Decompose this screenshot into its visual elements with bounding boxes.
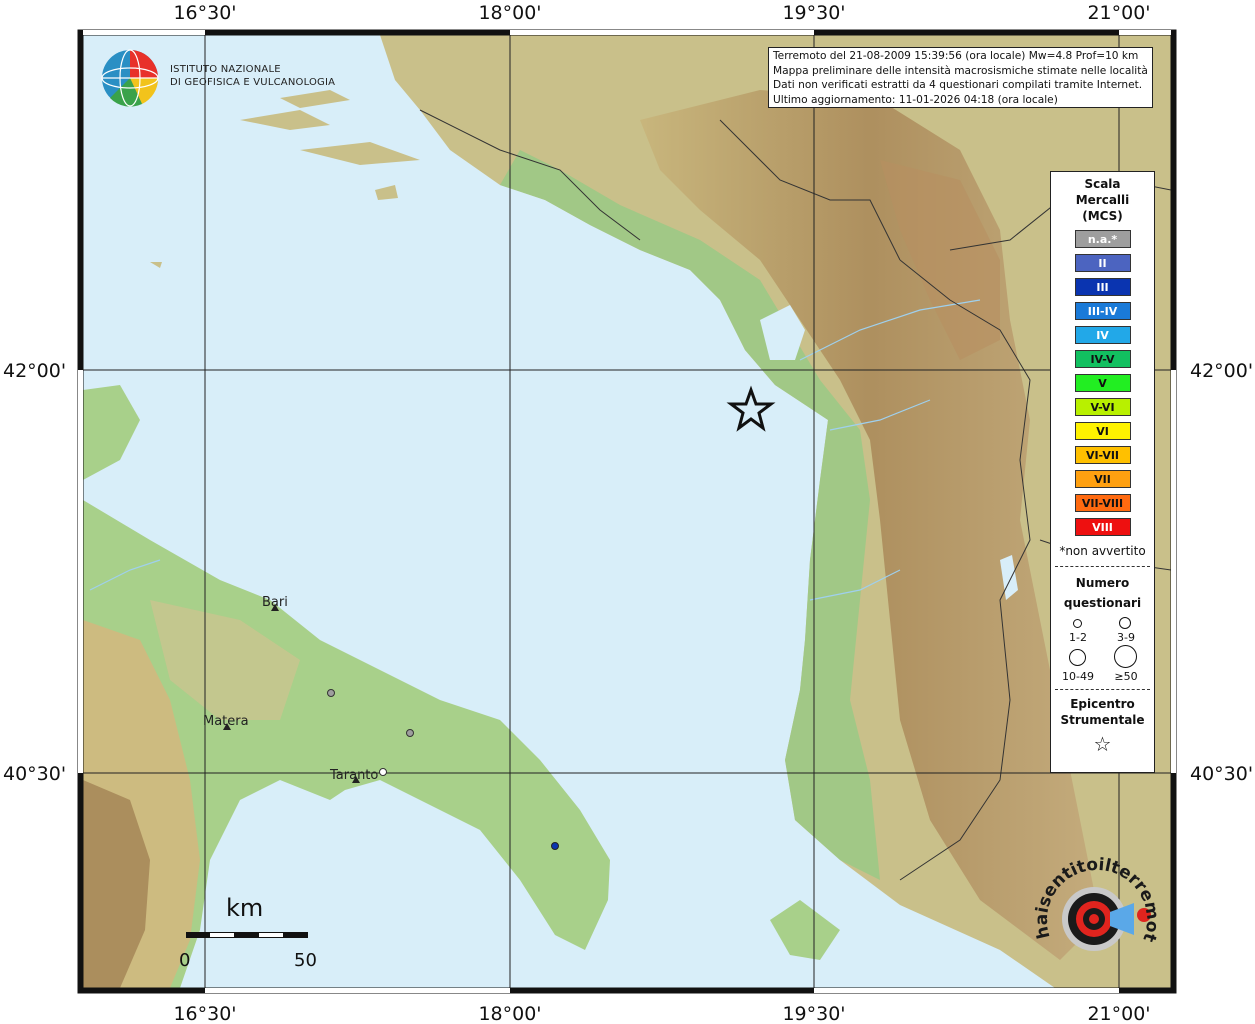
legend-title: Scala Mercalli (MCS) [1075, 177, 1130, 223]
map-area[interactable]: Bari Matera Taranto km 0 50 [83, 35, 1171, 988]
legend-swatch-vii: VII [1074, 470, 1131, 488]
legend-swatch-na: n.a.* [1074, 230, 1131, 248]
info-line-2: Mappa preliminare delle intensità macros… [773, 64, 1148, 77]
info-line-3: Dati non verificati estratti da 4 questi… [773, 79, 1143, 92]
city-bari: Bari [262, 595, 288, 611]
info-line-4: Ultimo aggiornamento: 11-01-2026 04:18 (… [773, 93, 1058, 106]
svg-text:Matera: Matera [203, 714, 249, 729]
legend-swatch-iiiiv: III-IV [1074, 302, 1131, 320]
mcs-legend: Scala Mercalli (MCS) n.a.* II III III-IV IV I… [1050, 171, 1155, 773]
svg-text:19°30': 19°30' [782, 2, 845, 24]
svg-text:40°30': 40°30' [3, 763, 66, 785]
city-matera: Matera [203, 714, 249, 730]
legend-scale: n.a.* II III III-IV IV IV-V V V-VI VI VI-VII VII VI… [1051, 230, 1154, 536]
svg-text:16°30': 16°30' [173, 1003, 236, 1024]
grey-point-2[interactable] [406, 729, 414, 737]
size-circle-xlarge [1114, 645, 1137, 668]
blue-point[interactable] [551, 842, 559, 850]
legend-swatch-viiviii: VII-VIII [1074, 494, 1131, 512]
legend-swatch-iv: IV [1074, 326, 1131, 344]
svg-text:18°00': 18°00' [478, 2, 541, 24]
numero-subtitle: questionari [1063, 596, 1142, 610]
epicentro-title: Epicentro Strumentale [1060, 697, 1145, 727]
hst-logo: haisentitoilterremoto.it www. [1032, 857, 1162, 951]
ingv-line-1: ISTITUTO NAZIONALE [170, 64, 281, 75]
info-line-1: Terremoto del 21-08-2009 15:39:56 (ora l… [773, 50, 1139, 62]
size-label-10-49: 10-49 [1062, 670, 1094, 683]
size-label-3-9: 3-9 [1117, 631, 1135, 644]
lat-labels-left: 42°00' 40°30' [3, 360, 66, 785]
epicentro-star-icon: ☆ [1093, 732, 1112, 756]
size-label-1-2: 1-2 [1069, 631, 1087, 644]
scale-min: 0 [179, 950, 190, 971]
svg-text:Bari: Bari [262, 595, 288, 610]
legend-swatch-v: V [1074, 374, 1131, 392]
svg-text:21°00': 21°00' [1087, 2, 1150, 24]
city-taranto: Taranto [329, 768, 378, 783]
svg-text:16°30': 16°30' [173, 2, 236, 24]
legend-swatch-ivv: IV-V [1074, 350, 1131, 368]
legend-swatch-vi: VI [1074, 422, 1131, 440]
grey-point-1[interactable] [327, 689, 335, 697]
svg-text:19°30': 19°30' [782, 1003, 845, 1024]
lon-labels-top: 16°30' 18°00' 19°30' 21°00' [173, 2, 1150, 24]
legend-separator [1055, 566, 1150, 567]
ingv-name: ISTITUTO NAZIONALE DI GEOFISICA E VULCAN… [170, 63, 335, 89]
numero-title: Numero [1075, 576, 1130, 590]
lon-labels-bottom: 16°30' 18°00' 19°30' 21°00' [173, 1003, 1150, 1024]
grey-point-3[interactable] [379, 768, 387, 776]
size-circle-small [1073, 619, 1082, 628]
size-circle-large [1069, 649, 1086, 666]
legend-separator-2 [1055, 689, 1150, 690]
svg-text:18°00': 18°00' [478, 1003, 541, 1024]
svg-text:Taranto: Taranto [329, 768, 378, 783]
legend-swatch-ii: II [1074, 254, 1131, 272]
svg-text:42°00': 42°00' [1190, 360, 1253, 382]
lat-labels-right: 42°00' 40°30' [1190, 360, 1253, 785]
legend-swatch-viii: VIII [1074, 518, 1131, 536]
size-circle-medium [1119, 617, 1131, 629]
svg-text:21°00': 21°00' [1087, 1003, 1150, 1024]
legend-note: *non avvertito [1059, 544, 1146, 558]
scale-unit: km [226, 894, 263, 922]
svg-text:40°30': 40°30' [1190, 763, 1253, 785]
event-info-box: Terremoto del 21-08-2009 15:39:56 (ora l… [768, 47, 1153, 108]
legend-swatch-vvi: V-VI [1074, 398, 1131, 416]
legend-swatch-iii: III [1074, 278, 1131, 296]
ingv-line-2: DI GEOFISICA E VULCANOLOGIA [170, 77, 336, 88]
size-label-50: ≥50 [1114, 670, 1138, 683]
legend-swatch-vivii: VI-VII [1074, 446, 1131, 464]
size-legend: 1-2 3-9 10-49 ≥50 [1051, 613, 1154, 683]
svg-text:42°00': 42°00' [3, 360, 66, 382]
scale-max: 50 [294, 950, 317, 971]
